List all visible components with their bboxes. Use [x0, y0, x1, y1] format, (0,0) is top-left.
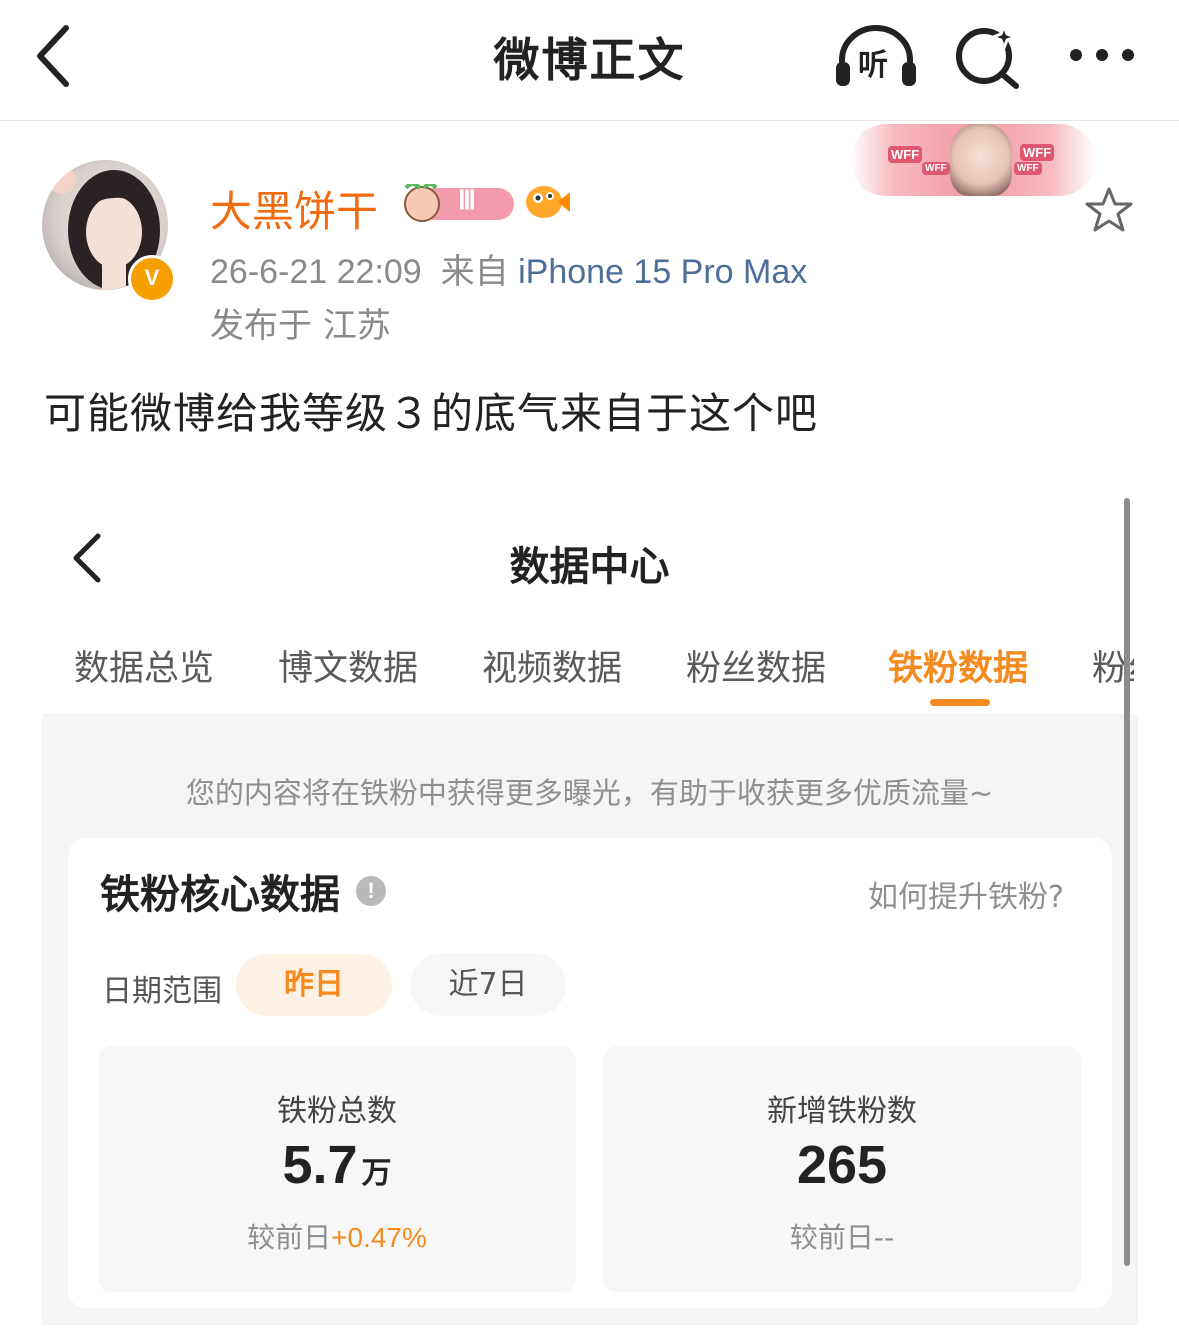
- favorite-button[interactable]: [1084, 186, 1134, 234]
- search-button[interactable]: [952, 21, 1024, 90]
- source-prefix: 来自: [440, 252, 509, 292]
- more-horizontal-icon: [1070, 49, 1134, 61]
- author-name[interactable]: 大黑饼干: [210, 178, 378, 239]
- stat-new-iron-fans: 新增铁粉数 265 较前日--: [603, 1046, 1081, 1292]
- tab-fans-data: 粉丝数据: [686, 649, 827, 689]
- fan-tag: WFF: [922, 162, 950, 175]
- stat-total-iron-fans: 铁粉总数 5.7 万 较前日+0.47%: [98, 1046, 576, 1292]
- stat-value: 265: [603, 1134, 1081, 1196]
- screenshot-title: 数据中心: [509, 544, 670, 590]
- device-link[interactable]: iPhone 15 Pro Max: [518, 253, 807, 291]
- fan-banner-portrait: [950, 124, 1012, 196]
- card-title: 铁粉核心数据: [100, 872, 340, 918]
- compare-value: +0.47%: [331, 1222, 427, 1253]
- tab-post-data: 博文数据: [278, 649, 419, 689]
- stat-unit: 万: [361, 1156, 392, 1191]
- fan-banner[interactable]: WFF WFF WFF WFF: [850, 124, 1095, 196]
- search-sparkle-icon: [956, 21, 1020, 89]
- how-to-improve-link: 如何提升铁粉?: [868, 880, 1064, 915]
- compare-prefix: 较前日: [789, 1221, 874, 1254]
- post-location: 发布于 江苏: [210, 306, 391, 346]
- post-time: 26-6-21 22:09: [210, 253, 422, 291]
- level-badge-text: Ⅲ: [458, 186, 476, 215]
- active-tab-indicator: [930, 699, 990, 706]
- fan-tag: WFF: [888, 146, 923, 163]
- verified-badge: V: [128, 255, 176, 303]
- date-range-label: 日期范围: [102, 974, 222, 1009]
- listen-button[interactable]: 听: [832, 22, 920, 90]
- more-button[interactable]: [1064, 30, 1140, 80]
- stat-label: 铁粉总数: [277, 1094, 397, 1129]
- tabs-divider: [42, 714, 1122, 715]
- post-meta: 26-6-21 22:09 来自 iPhone 15 Pro Max: [210, 244, 807, 293]
- info-icon: !: [356, 876, 386, 906]
- post-text: 可能微博给我等级３的底气来自于这个吧: [44, 389, 819, 438]
- compare-value: --: [873, 1221, 895, 1254]
- scrollbar[interactable]: [1124, 498, 1130, 1266]
- tab-data-overview: 数据总览: [74, 649, 215, 689]
- stat-number: 265: [796, 1135, 888, 1195]
- date-option-last-7-days: 近7日: [410, 954, 566, 1016]
- date-option-yesterday: 昨日: [236, 954, 392, 1016]
- stat-value: 5.7 万: [98, 1134, 576, 1196]
- fan-tag: WFF: [1014, 162, 1042, 175]
- stat-number: 5.7: [282, 1135, 358, 1195]
- fan-tag: WFF: [1020, 144, 1055, 161]
- tab-video-data: 视频数据: [482, 649, 623, 689]
- stat-compare: 较前日--: [603, 1216, 1081, 1256]
- level-badge[interactable]: Ⅲ: [398, 184, 516, 222]
- stat-compare: 较前日+0.47%: [98, 1216, 576, 1256]
- sprout-character-icon: [404, 184, 514, 222]
- listen-label: 听: [858, 48, 888, 83]
- fish-badge-icon[interactable]: [522, 178, 572, 224]
- tab-iron-fans-data: 铁粉数据: [888, 649, 1029, 689]
- exposure-tip: 您的内容将在铁粉中获得更多曝光，有助于收获更多优质流量~: [185, 776, 994, 810]
- stat-label: 新增铁粉数: [767, 1094, 917, 1129]
- star-icon: [1085, 187, 1133, 232]
- compare-prefix: 较前日: [247, 1221, 332, 1254]
